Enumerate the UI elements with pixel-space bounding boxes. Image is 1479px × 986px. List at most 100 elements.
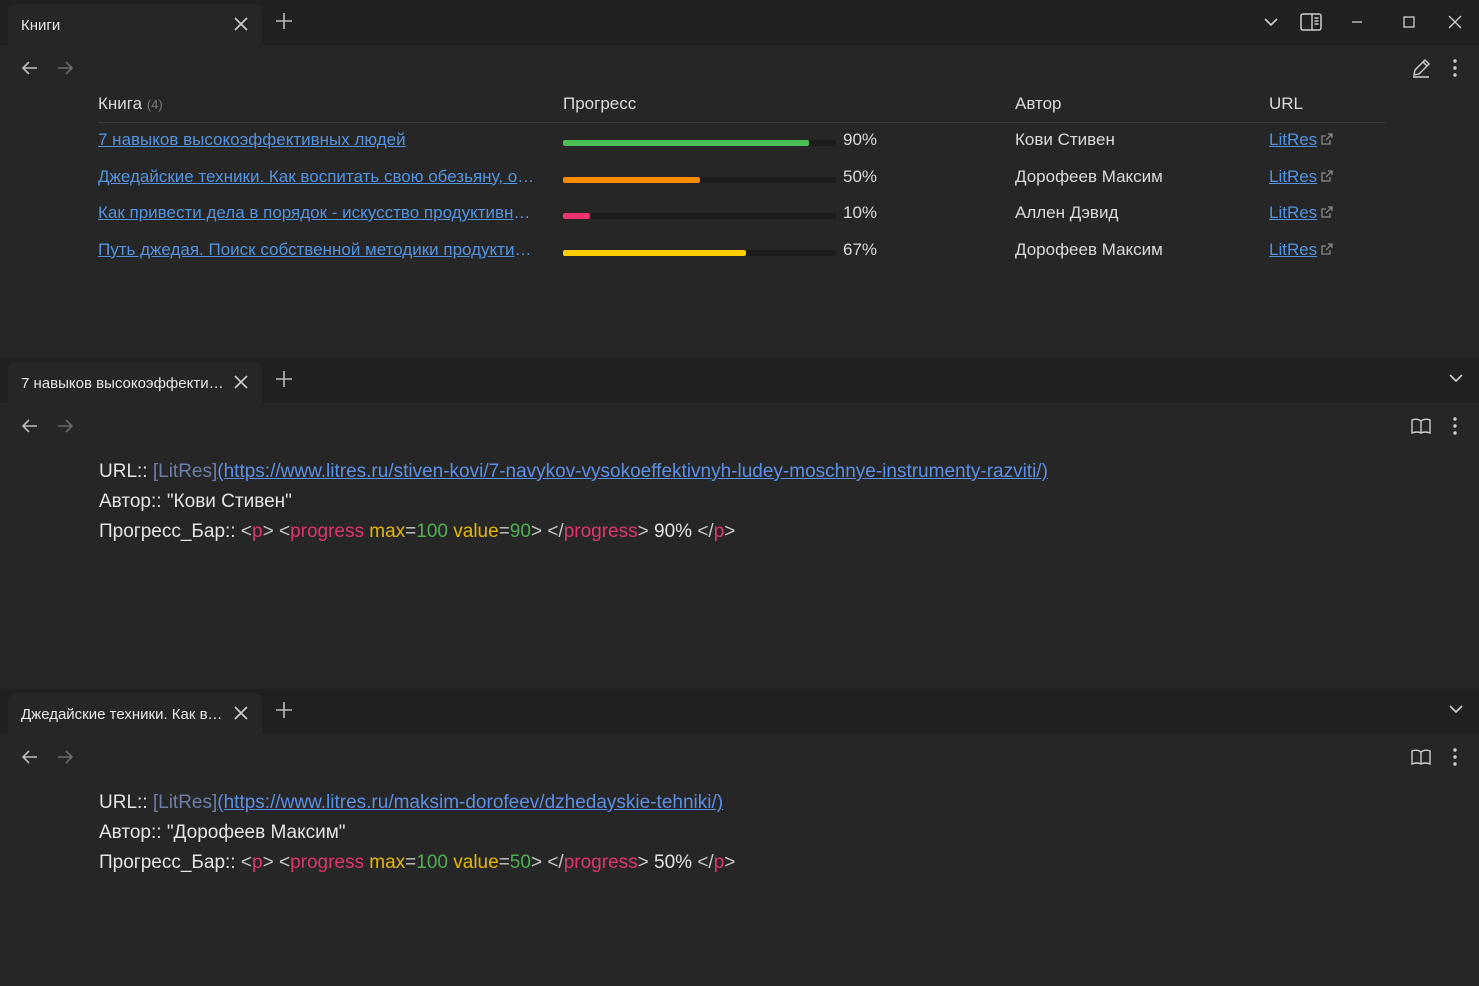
token-eq: = <box>498 521 510 542</box>
url-text[interactable]: [LitRes] <box>153 461 217 482</box>
header-author[interactable]: Автор <box>1015 94 1062 114</box>
back-arrow-icon[interactable] <box>20 416 40 436</box>
progress-bar <box>563 249 836 256</box>
url-label: LitRes <box>1269 203 1318 222</box>
close-icon[interactable] <box>232 373 250 391</box>
edit-icon[interactable] <box>1410 57 1432 79</box>
author-line: Автор:: "Дорофеев Максим" <box>99 822 346 844</box>
book-link[interactable]: Как привести дела в порядок - искусство … <box>98 203 538 223</box>
forward-arrow-icon[interactable] <box>55 747 75 767</box>
token-eq: = <box>405 852 417 873</box>
book-link[interactable]: Джедайские техники. Как воспитать свою о… <box>98 167 538 187</box>
token-attr-value: value <box>453 521 499 542</box>
forward-arrow-icon[interactable] <box>55 416 75 436</box>
table-row: Как привести дела в порядок - искусство … <box>98 203 1385 239</box>
progress-bar-fill <box>563 140 809 146</box>
back-arrow-icon[interactable] <box>20 747 40 767</box>
token-close-lt: </ <box>697 852 714 873</box>
tab-title: 7 навыков высокоэффективных людей <box>21 375 226 392</box>
header-url[interactable]: URL <box>1269 94 1303 114</box>
url-link[interactable]: LitRes <box>1269 130 1334 150</box>
url-text[interactable]: [LitRes] <box>153 792 217 813</box>
external-link-icon <box>1321 169 1333 182</box>
url-line: URL:: [LitRes](https://www.litres.ru/sti… <box>99 461 1048 483</box>
plus-icon[interactable] <box>274 700 294 720</box>
url-label: LitRes <box>1269 130 1318 149</box>
more-icon[interactable] <box>1445 746 1465 768</box>
token-eq: = <box>405 521 417 542</box>
author-cell: Дорофеев Максим <box>1015 239 1163 259</box>
header-book[interactable]: Книга (4) <box>98 94 163 114</box>
minimize-icon[interactable] <box>1346 11 1368 33</box>
token-gt: > <box>530 852 543 873</box>
maximize-icon[interactable] <box>1398 11 1420 33</box>
token-close-lt: </ <box>697 521 714 542</box>
book-link[interactable]: Путь джедая. Поиск собственной методики … <box>98 240 538 260</box>
token-tag-p: p <box>251 852 263 873</box>
token-lt: < <box>240 521 252 542</box>
chevron-down-icon[interactable] <box>1446 699 1466 719</box>
pane-note-2: Джедайские техники. Как воспитать свою о… <box>0 689 1479 986</box>
token-gt: > <box>530 521 543 542</box>
url-link[interactable]: LitRes <box>1269 167 1334 187</box>
tab-bar: Книги <box>0 0 1479 45</box>
pane-content: URL:: [LitRes](https://www.litres.ru/mak… <box>0 734 1479 986</box>
chevron-down-icon[interactable] <box>1446 368 1466 388</box>
progress-key: Прогресс_Бар:: <box>99 521 236 542</box>
tab-bar: 7 навыков высокоэффективных людей <box>0 358 1479 403</box>
more-icon[interactable] <box>1445 415 1465 437</box>
token-tag-progress: progress <box>290 521 364 542</box>
chevron-down-icon[interactable] <box>1260 11 1282 33</box>
table-row: Путь джедая. Поиск собственной методики … <box>98 240 1385 276</box>
progress-percent: 10% <box>843 203 878 222</box>
author-value: "Дорофеев Максим" <box>166 822 346 843</box>
token-gt: > <box>262 852 274 873</box>
token-gt: > <box>724 852 736 873</box>
tab-note-1[interactable]: 7 навыков высокоэффективных людей <box>8 362 262 403</box>
window-close-icon[interactable] <box>1444 11 1466 33</box>
more-icon[interactable] <box>1445 57 1465 79</box>
header-book-label: Книга <box>98 94 143 113</box>
token-attr-max: max <box>369 521 406 542</box>
author-cell: Аллен Дэвид <box>1015 203 1119 222</box>
token-lt: < <box>278 521 291 542</box>
progress-bar-fill <box>563 249 746 256</box>
forward-arrow-icon[interactable] <box>55 58 75 78</box>
external-link-icon <box>1321 206 1333 218</box>
header-book-count: (4) <box>146 97 163 112</box>
url-link[interactable]: LitRes <box>1269 203 1334 223</box>
reading-view-icon[interactable] <box>1410 746 1432 768</box>
token-gt: > <box>724 521 736 542</box>
progress-percent: 50% <box>843 166 878 186</box>
progress-bar-fill <box>563 176 700 183</box>
table-row: 7 навыков высокоэффективных людей 90% Кови… <box>98 130 1385 166</box>
url-link[interactable]: LitRes <box>1269 240 1334 260</box>
progress-label: 90% <box>654 521 693 542</box>
pane-books: Книги Книга (4) Прогресс Автор URL 7 нав… <box>0 0 1479 352</box>
close-icon[interactable] <box>232 15 250 33</box>
token-lt: < <box>278 852 291 873</box>
back-arrow-icon[interactable] <box>20 58 40 78</box>
plus-icon[interactable] <box>274 11 294 31</box>
close-icon[interactable] <box>232 704 250 722</box>
url-link[interactable]: (https://www.litres.ru/maksim-dorofeev/d… <box>217 792 723 813</box>
plus-icon[interactable] <box>274 369 294 389</box>
tab-books[interactable]: Книги <box>8 4 262 45</box>
book-link[interactable]: 7 навыков высокоэффективных людей <box>98 130 538 150</box>
token-tag-p: p <box>713 521 725 542</box>
tab-title: Джедайские техники. Как воспитать свою о… <box>21 706 226 723</box>
token-tag-progress: progress <box>563 521 638 542</box>
url-link[interactable]: (https://www.litres.ru/stiven-kovi/7-nav… <box>217 461 1048 482</box>
token-tag-p: p <box>251 521 263 542</box>
header-progress[interactable]: Прогресс <box>563 94 636 114</box>
author-key: Автор:: <box>99 822 162 843</box>
token-progress-value: 50 <box>509 852 531 873</box>
sidebar-toggle-icon[interactable] <box>1299 11 1323 33</box>
token-tag-progress: progress <box>290 852 364 873</box>
tab-note-2[interactable]: Джедайские техники. Как воспитать свою о… <box>8 693 262 734</box>
tab-bar: Джедайские техники. Как воспитать свою о… <box>0 689 1479 734</box>
token-progress-value: 90 <box>509 521 531 542</box>
author-key: Автор:: <box>99 491 162 512</box>
reading-view-icon[interactable] <box>1410 415 1432 437</box>
progress-key: Прогресс_Бар:: <box>99 852 236 873</box>
